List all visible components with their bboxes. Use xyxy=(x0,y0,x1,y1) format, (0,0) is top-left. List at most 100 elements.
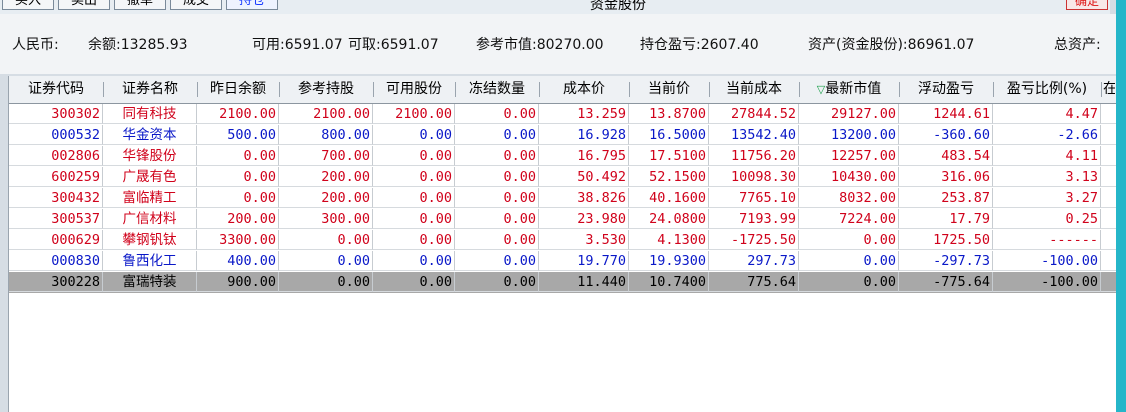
ref-market-value: 参考市值:80270.00 xyxy=(476,37,604,53)
positions-button[interactable]: 持仓 xyxy=(226,0,278,10)
col-frozen-header[interactable]: 冻结数量 xyxy=(457,76,537,103)
toolbar: 买入 卖出 撤单 成交 持仓 资金股份 确定 xyxy=(0,0,1110,14)
table-cell-pnl: 483.54 xyxy=(899,146,993,166)
table-cell-cur-cost: 27844.52 xyxy=(709,104,799,124)
table-cell-cost-price: 16.795 xyxy=(539,146,629,166)
table-cell-code: 000830 xyxy=(9,251,103,271)
table-cell-mkt-value: 0.00 xyxy=(799,251,899,271)
table-cell-pnl-pct: ------ xyxy=(993,230,1101,250)
col-market-value-header[interactable]: ▽最新市值 xyxy=(801,76,897,103)
table-cell-cur-price: 52.1500 xyxy=(629,167,709,187)
position-pnl-value: 持仓盈亏:2607.40 xyxy=(640,37,759,53)
table-cell-cur-cost: 7193.99 xyxy=(709,209,799,229)
cancel-order-button[interactable]: 撤单 xyxy=(114,0,166,10)
column-divider[interactable] xyxy=(539,82,540,97)
table-cell-pnl: -297.73 xyxy=(899,251,993,271)
column-divider[interactable] xyxy=(103,82,104,97)
table-cell-prev: 2100.00 xyxy=(197,104,279,124)
table-row[interactable]: 000532 华金资本 500.00 800.00 0.00 0.00 16.928 16.5… xyxy=(9,125,1117,146)
table-cell-frozen: 0.00 xyxy=(455,272,539,292)
table-cell-prev: 0.00 xyxy=(197,167,279,187)
table-cell-avail: 0.00 xyxy=(373,209,455,229)
column-divider[interactable] xyxy=(629,82,630,97)
window-edge-bar xyxy=(1116,0,1126,412)
table-cell-ref: 0.00 xyxy=(279,230,373,250)
table-cell-mkt-value: 0.00 xyxy=(799,272,899,292)
column-divider[interactable] xyxy=(709,82,710,97)
table-cell-frozen: 0.00 xyxy=(455,188,539,208)
table-cell-cost-price: 19.770 xyxy=(539,251,629,271)
col-prev-balance-header[interactable]: 昨日余额 xyxy=(199,76,277,103)
column-divider[interactable] xyxy=(373,82,374,97)
table-cell-extra xyxy=(1101,125,1117,145)
available-value: 可用:6591.07 xyxy=(252,37,343,53)
col-current-cost-header[interactable]: 当前成本 xyxy=(711,76,797,103)
table-cell-frozen: 0.00 xyxy=(455,146,539,166)
currency-label: 人民币: xyxy=(12,37,59,53)
column-divider[interactable] xyxy=(1101,82,1102,97)
table-row[interactable]: 600259 广晟有色 0.00 200.00 0.00 0.00 50.492 52.150… xyxy=(9,167,1117,188)
table-cell-cur-price: 4.1300 xyxy=(629,230,709,250)
table-cell-prev: 0.00 xyxy=(197,146,279,166)
table-cell-extra xyxy=(1101,146,1117,166)
table-row[interactable]: 300432 富临精工 0.00 200.00 0.00 0.00 38.826 40.160… xyxy=(9,188,1117,209)
sort-desc-icon: ▽ xyxy=(816,83,826,96)
table-row[interactable]: 300302 同有科技 2100.00 2100.00 2100.00 0.00 13.25… xyxy=(9,104,1117,125)
buy-button[interactable]: 买入 xyxy=(2,0,54,10)
table-cell-cur-price: 17.5100 xyxy=(629,146,709,166)
trades-button[interactable]: 成交 xyxy=(170,0,222,10)
table-row[interactable]: 000629 攀钢钒钛 3300.00 0.00 0.00 0.00 3.530 4.1300… xyxy=(9,230,1117,251)
col-name-header[interactable]: 证券名称 xyxy=(105,76,195,103)
table-cell-ref: 0.00 xyxy=(279,272,373,292)
table-cell-frozen: 0.00 xyxy=(455,209,539,229)
confirm-button[interactable]: 确定 xyxy=(1066,0,1108,10)
table-cell-code: 002806 xyxy=(9,146,103,166)
column-divider[interactable] xyxy=(993,82,994,97)
table-cell-ref: 200.00 xyxy=(279,188,373,208)
table-row[interactable]: 000830 鲁西化工 400.00 0.00 0.00 0.00 19.770 19.930… xyxy=(9,251,1117,272)
table-cell-avail: 0.00 xyxy=(373,272,455,292)
table-cell-cost-price: 11.440 xyxy=(539,272,629,292)
table-cell-pnl: 17.79 xyxy=(899,209,993,229)
table-cell-extra xyxy=(1101,251,1117,271)
table-cell-pnl-pct: 3.13 xyxy=(993,167,1101,187)
col-current-price-header[interactable]: 当前价 xyxy=(631,76,707,103)
assets-value: 资产(资金股份):86961.07 xyxy=(808,37,975,53)
table-row[interactable]: 300228 富瑞特装 900.00 0.00 0.00 0.00 11.440 10.740… xyxy=(9,272,1117,293)
balance-value: 余额:13285.93 xyxy=(88,37,188,53)
table-cell-extra xyxy=(1101,209,1117,229)
col-extra-header[interactable]: 在 xyxy=(1103,76,1115,103)
table-cell-name: 同有科技 xyxy=(103,104,197,124)
table-cell-prev: 400.00 xyxy=(197,251,279,271)
column-divider[interactable] xyxy=(455,82,456,97)
col-floating-pnl-header[interactable]: 浮动盈亏 xyxy=(901,76,991,103)
column-divider[interactable] xyxy=(197,82,198,97)
column-divider[interactable] xyxy=(899,82,900,97)
table-cell-mkt-value: 29127.00 xyxy=(799,104,899,124)
table-row[interactable]: 300537 广信材料 200.00 300.00 0.00 0.00 23.980 24.0… xyxy=(9,209,1117,230)
table-cell-mkt-value: 0.00 xyxy=(799,230,899,250)
column-divider[interactable] xyxy=(799,82,800,97)
table-cell-cost-price: 16.928 xyxy=(539,125,629,145)
table-cell-cur-cost: 775.64 xyxy=(709,272,799,292)
table-cell-cost-price: 38.826 xyxy=(539,188,629,208)
col-cost-price-header[interactable]: 成本价 xyxy=(541,76,627,103)
col-pnl-pct-header[interactable]: 盈亏比例(%) xyxy=(995,76,1099,103)
account-summary: 人民币: 余额:13285.93 可用:6591.07 可取:6591.07 参… xyxy=(0,14,1116,74)
table-row[interactable]: 002806 华锋股份 0.00 700.00 0.00 0.00 16.795 17.510… xyxy=(9,146,1117,167)
table-cell-frozen: 0.00 xyxy=(455,125,539,145)
col-ref-holding-header[interactable]: 参考持股 xyxy=(281,76,371,103)
table-cell-avail: 0.00 xyxy=(373,146,455,166)
table-cell-avail: 0.00 xyxy=(373,167,455,187)
table-cell-frozen: 0.00 xyxy=(455,230,539,250)
table-cell-avail: 0.00 xyxy=(373,251,455,271)
col-code-header[interactable]: 证券代码 xyxy=(11,76,101,103)
sell-button[interactable]: 卖出 xyxy=(58,0,110,10)
table-cell-mkt-value: 12257.00 xyxy=(799,146,899,166)
table-cell-prev: 500.00 xyxy=(197,125,279,145)
col-available-header[interactable]: 可用股份 xyxy=(375,76,453,103)
table-cell-code: 300302 xyxy=(9,104,103,124)
table-cell-mkt-value: 8032.00 xyxy=(799,188,899,208)
column-divider[interactable] xyxy=(279,82,280,97)
table-cell-mkt-value: 13200.00 xyxy=(799,125,899,145)
